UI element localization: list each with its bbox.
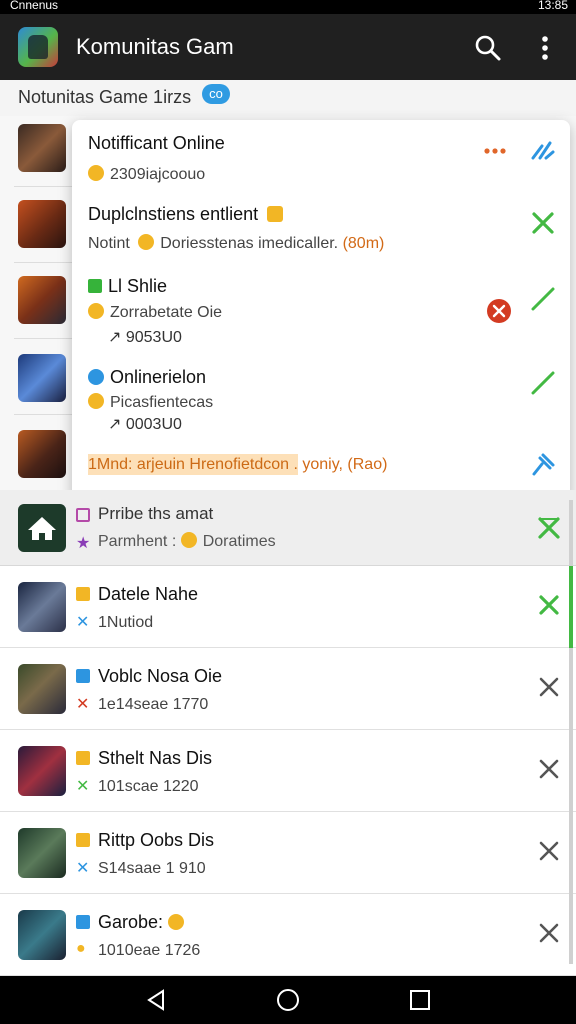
close-mark-icon: ✕ <box>76 696 90 713</box>
emoji-icon: ● <box>76 940 86 957</box>
section-badge: co <box>202 84 230 104</box>
row-subtitle: Parmhent : Doratimes <box>98 532 276 550</box>
pinned-row[interactable]: Prribe ths amat ★ Parmhent : Doratimes <box>0 490 576 566</box>
item-meta: ↗ 9053U0 <box>108 329 182 346</box>
popup-item[interactable]: Duplclnstiens entlient Notint Doriessten… <box>72 190 570 260</box>
popup-item[interactable]: Onlinerielon Picasfientecas ↗ 0003U0 <box>72 350 570 445</box>
game-thumbnail <box>18 664 66 714</box>
app-logo <box>18 27 58 67</box>
list-item[interactable]: Datele Nahe ✕ 1Nutiod <box>0 566 576 648</box>
game-thumbnail <box>18 910 66 960</box>
list-item[interactable]: Sthelt Nas Dis ✕ 101scae 1220 <box>0 730 576 812</box>
pin-icon[interactable] <box>530 452 556 478</box>
edit-icon[interactable] <box>530 286 556 312</box>
check-icon <box>76 669 90 683</box>
lock-icon <box>267 206 284 222</box>
tools-icon: ✕ <box>76 614 90 631</box>
row-subtitle: 1Nutiod <box>98 614 154 631</box>
row-name: Rittp Oobs Dis <box>98 830 215 850</box>
status-carrier: Cnnenus <box>10 0 59 12</box>
row-name: Datele Nahe <box>98 584 199 604</box>
game-thumbnail <box>18 828 66 878</box>
item-subtitle: Zorrabetate Oie <box>88 303 222 322</box>
row-subtitle: S14saae 1 910 <box>98 860 206 877</box>
verified-icon <box>88 369 104 385</box>
close-icon[interactable] <box>538 840 560 862</box>
row-subtitle: 101scae 1220 <box>98 778 199 795</box>
more-vert-icon[interactable] <box>532 34 558 62</box>
row-subtitle: 1010eae 1726 <box>98 942 201 959</box>
game-thumbnail[interactable] <box>18 276 66 324</box>
close-icon[interactable] <box>538 594 560 616</box>
item-subtitle: 2309iajcoouo <box>88 165 205 184</box>
item-title: Onlinerielon <box>88 367 206 388</box>
section-header: Notunitas Game 1irzs co <box>0 80 576 116</box>
close-icon[interactable] <box>538 922 560 944</box>
item-subtitle: Picasfientecas <box>88 393 213 412</box>
check-icon <box>88 279 102 293</box>
more-horiz-icon[interactable] <box>482 138 508 164</box>
close-icon[interactable] <box>536 515 562 541</box>
search-icon[interactable] <box>474 34 502 62</box>
highlighted-text: 1Mnd: arjeuin Hrenofietdcon . <box>88 454 298 475</box>
list-item[interactable]: Rittp Oobs Dis ✕ S14saae 1 910 <box>0 812 576 894</box>
status-clock: 13:85 <box>537 0 568 12</box>
emoji-icon <box>88 165 104 181</box>
row-subtitle: 1e14seae 1770 <box>98 696 209 713</box>
app-title: Komunitas Gam <box>76 34 234 59</box>
close-icon[interactable] <box>538 676 560 698</box>
game-thumbnail[interactable] <box>18 124 66 172</box>
star-icon: ★ <box>76 535 91 552</box>
recents-icon[interactable] <box>408 988 432 1012</box>
item-title: Ll Shlie <box>88 276 167 297</box>
popup-item[interactable]: Notifficant Online 2309iajcoouo <box>72 120 570 190</box>
crown-icon <box>76 833 90 847</box>
close-icon[interactable] <box>530 210 556 236</box>
home-button-icon[interactable] <box>276 988 300 1012</box>
game-thumbnail[interactable] <box>18 354 66 402</box>
app-bar: Komunitas Gam <box>0 14 576 80</box>
crown-icon <box>76 587 90 601</box>
section-title: Notunitas Game 1irzs <box>18 87 192 107</box>
emoji-icon <box>88 393 104 409</box>
scrollbar-thumb[interactable] <box>569 566 573 648</box>
row-name: Voblc Nosa Oie <box>98 666 223 686</box>
crown-icon <box>76 751 90 765</box>
close-mark-icon: ✕ <box>76 778 90 795</box>
emoji-icon <box>88 303 104 319</box>
game-thumbnail[interactable] <box>18 200 66 248</box>
notifications-popup: Notifficant Online 2309iajcoouo Duplclns… <box>72 120 570 500</box>
edit-icon[interactable] <box>530 370 556 396</box>
row-name: Sthelt Nas Dis <box>98 748 213 768</box>
game-thumbnail <box>18 582 66 632</box>
status-bar: Cnnenus 13:85 <box>0 0 576 14</box>
item-title: Duplclnstiens entlient <box>88 204 289 225</box>
item-title: Notifficant Online <box>88 133 225 153</box>
emoji-icon <box>168 914 185 930</box>
item-meta: ↗ 0003U0 <box>108 416 182 433</box>
game-thumbnail <box>18 746 66 796</box>
list-item[interactable]: Garobe: ● 1010eae 1726 <box>0 894 576 976</box>
check-icon <box>76 915 90 929</box>
home-icon <box>18 504 66 552</box>
tools-icon[interactable] <box>530 138 556 164</box>
back-icon[interactable] <box>144 988 168 1012</box>
error-icon[interactable] <box>486 298 512 324</box>
close-icon[interactable] <box>538 758 560 780</box>
game-thumbnail[interactable] <box>18 430 66 478</box>
tag-icon <box>76 508 90 522</box>
list-item[interactable]: Voblc Nosa Oie ✕ 1e14seae 1770 <box>0 648 576 730</box>
item-subtitle: Notint Doriesstenas imedicaller. (80m) <box>88 234 385 252</box>
emoji-icon <box>180 532 197 548</box>
item-subtitle: 1Mnd: arjeuin Hrenofietdcon . yoniy, (Ra… <box>88 454 388 475</box>
popup-item[interactable]: Ll Shlie Zorrabetate Oie ↗ 9053U0 <box>72 260 570 350</box>
row-name: Garobe: <box>98 912 190 933</box>
tools-icon: ✕ <box>76 860 90 877</box>
navigation-bar <box>0 976 576 1024</box>
row-name: Prribe ths amat <box>98 504 214 523</box>
crown-icon <box>138 234 155 250</box>
